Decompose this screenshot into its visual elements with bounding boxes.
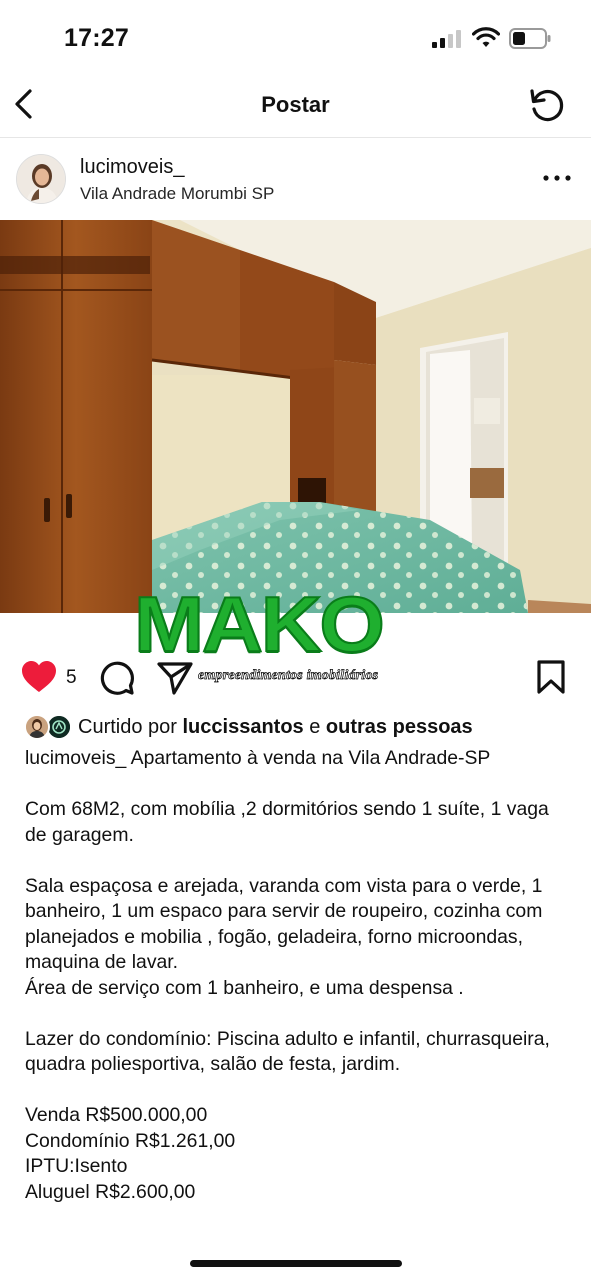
post-location[interactable]: Vila Andrade Morumbi SP (80, 184, 274, 204)
post-photo[interactable] (0, 220, 591, 613)
liker-avatar (24, 714, 50, 740)
caption-paragraph: Venda R$500.000,00 Condomínio R$1.261,00… (25, 1104, 236, 1203)
liked-by-row[interactable]: Curtido por luccissantos e outras pessoa… (24, 712, 584, 744)
caption-headline-line: lucimoveis_ Apartamento à venda na Vila … (25, 746, 573, 772)
nav-bar: Postar (0, 72, 591, 138)
liked-by-others[interactable]: outras pessoas (326, 716, 473, 738)
avatar[interactable] (16, 154, 66, 204)
liked-by-text: Curtido por luccissantos e outras pessoa… (78, 716, 473, 739)
caption-paragraph: Lazer do condomínio: Piscina adulto e in… (25, 1027, 556, 1076)
post-username[interactable]: lucimoveis_ (80, 156, 184, 179)
bookmark-icon[interactable] (535, 659, 567, 695)
liked-by-user[interactable]: luccissantos (183, 716, 304, 738)
profile-photo (17, 155, 65, 203)
liked-by-joiner: e (309, 716, 321, 738)
status-time: 17:27 (64, 24, 129, 52)
caption-paragraph: Sala espaçosa e arejada, varanda com vis… (25, 874, 543, 999)
wifi-icon (472, 27, 500, 47)
comment-icon[interactable] (97, 659, 135, 697)
like-count[interactable]: 5 (66, 667, 77, 689)
status-bar: 17:27 (0, 0, 591, 72)
caption-headline: Apartamento à venda na Vila Andrade-SP (130, 747, 491, 769)
caption-paragraph: Com 68M2, com mobília ,2 dormitórios sen… (25, 798, 555, 846)
home-indicator[interactable] (190, 1260, 402, 1267)
refresh-icon[interactable] (526, 84, 568, 126)
post-header: lucimoveis_ Vila Andrade Morumbi SP (0, 140, 591, 220)
action-bar: 5 (0, 650, 591, 706)
liked-avatars (24, 714, 74, 742)
cellular-signal-icon (432, 30, 461, 48)
more-options-icon[interactable] (540, 166, 574, 190)
caption-username[interactable]: lucimoveis_ (25, 747, 126, 769)
page-title: Postar (261, 92, 330, 117)
liked-by-prefix: Curtido por (78, 716, 177, 738)
post-caption: lucimoveis_ Apartamento à venda na Vila … (25, 746, 573, 1205)
bedroom-photo (0, 220, 591, 613)
heart-icon[interactable] (20, 659, 58, 695)
send-icon[interactable] (156, 659, 194, 697)
battery-icon (509, 28, 551, 49)
